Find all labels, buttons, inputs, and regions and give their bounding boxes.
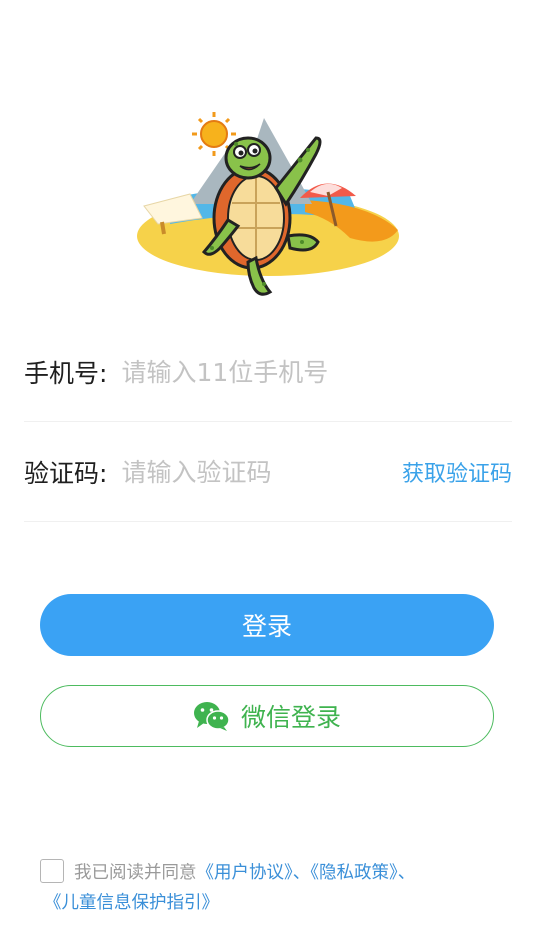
agreement-separator-1: 、 <box>292 863 311 883</box>
agreement-checkbox[interactable] <box>40 859 64 883</box>
phone-row: 手机号: <box>24 323 512 422</box>
get-code-button[interactable]: 获取验证码 <box>402 456 512 488</box>
children-guide-link[interactable]: 《儿童信息保护指引》 <box>44 888 500 918</box>
code-input[interactable] <box>121 457 402 487</box>
login-button-label: 登录 <box>241 612 292 641</box>
privacy-policy-link[interactable]: 《隐私政策》 <box>310 863 398 883</box>
wechat-icon <box>193 700 231 732</box>
agreement-separator-2: 、 <box>397 863 416 883</box>
agreement-prefix: 我已阅读并同意 <box>74 863 197 883</box>
phone-input[interactable] <box>121 357 512 387</box>
wechat-login-button[interactable]: 微信登录 <box>40 685 494 747</box>
login-button[interactable]: 登录 <box>40 594 494 656</box>
turtle-beach-illustration <box>130 108 410 308</box>
phone-label: 手机号: <box>24 359 108 388</box>
code-label: 验证码: <box>24 459 108 488</box>
user-agreement-link[interactable]: 《用户协议》 <box>197 863 293 883</box>
agreement-text: 我已阅读并同意《用户协议》、《隐私政策》、 《儿童信息保护指引》 <box>40 858 500 918</box>
wechat-login-label: 微信登录 <box>240 703 341 732</box>
code-row: 验证码: 获取验证码 <box>24 423 512 522</box>
